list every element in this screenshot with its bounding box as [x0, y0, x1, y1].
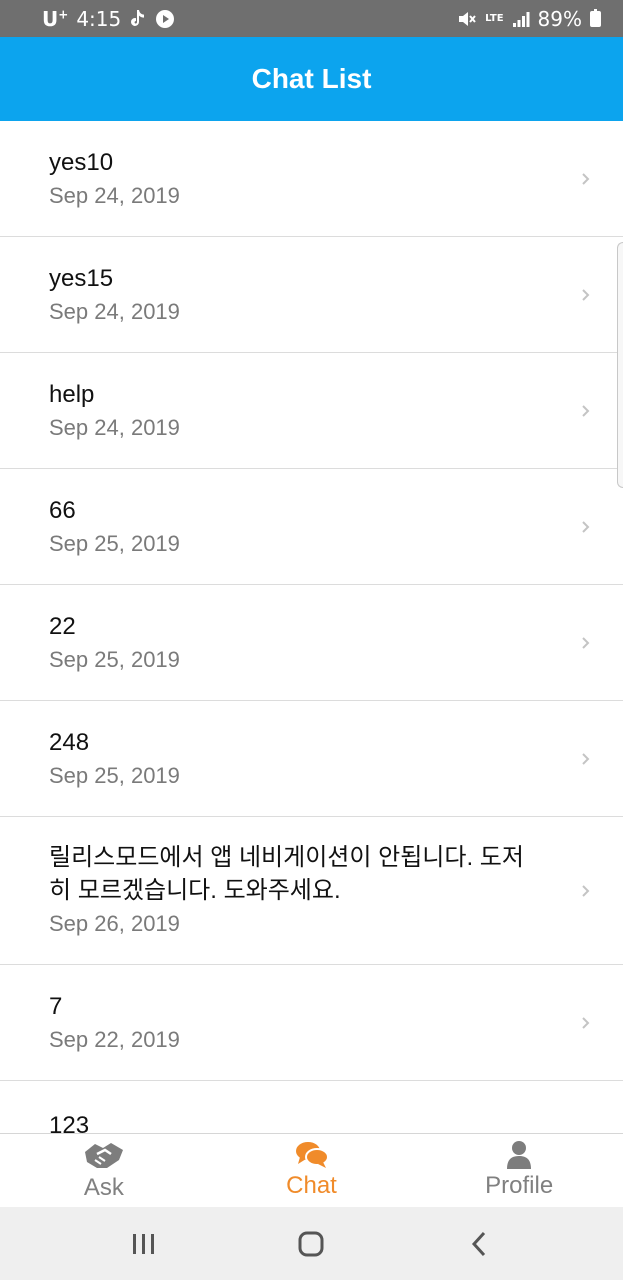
user-icon	[507, 1141, 532, 1169]
tab-chat[interactable]: Chat	[208, 1134, 416, 1207]
chevron-right-icon	[582, 288, 590, 301]
chevron-right-icon	[582, 404, 590, 417]
chat-list-item[interactable]: 248 Sep 25, 2019	[0, 701, 623, 817]
chevron-right-icon	[582, 520, 590, 533]
status-time: 4:15	[76, 6, 122, 31]
battery-icon	[590, 8, 601, 27]
chat-title: 123	[49, 1112, 90, 1133]
recent-apps-icon	[132, 1233, 154, 1254]
network-type: LTE	[485, 12, 504, 24]
status-right: LTE 89%	[457, 7, 601, 31]
handshake-icon	[84, 1143, 123, 1168]
app-header: Chat List	[0, 37, 623, 121]
status-left: U+ 4:15	[42, 7, 175, 31]
chevron-right-icon	[582, 1016, 590, 1029]
chat-title: 66	[49, 496, 76, 524]
chat-title: 22	[49, 612, 76, 640]
chat-date: Sep 25, 2019	[49, 646, 180, 672]
scroll-indicator[interactable]	[617, 242, 623, 488]
chat-list-item[interactable]: 22 Sep 25, 2019	[0, 585, 623, 701]
chat-list-item[interactable]: 릴리스모드에서 앱 네비게이션이 안됩니다. 도저히 모르겠습니다. 도와주세요…	[0, 817, 623, 965]
home-icon	[298, 1231, 324, 1256]
chat-list-item[interactable]: help Sep 24, 2019	[0, 353, 623, 469]
chat-list-item[interactable]: 66 Sep 25, 2019	[0, 469, 623, 585]
bottom-tab-bar: Ask Chat Profile	[0, 1133, 623, 1207]
chat-title: yes10	[49, 148, 114, 176]
chat-list[interactable]: yes10 Sep 24, 2019 yes15 Sep 24, 2019 he…	[0, 121, 623, 1133]
status-bar: U+ 4:15 LTE 89%	[0, 0, 623, 37]
chat-title: help	[49, 380, 95, 408]
chat-date: Sep 24, 2019	[49, 414, 180, 440]
chat-date: Sep 25, 2019	[49, 530, 180, 556]
chat-bubbles-icon	[295, 1142, 329, 1168]
chevron-right-icon	[582, 636, 590, 649]
tiktok-icon	[129, 9, 147, 29]
chat-title: 릴리스모드에서 앱 네비게이션이 안됩니다. 도저히 모르겠습니다. 도와주세요…	[49, 844, 524, 904]
tab-profile[interactable]: Profile	[415, 1134, 623, 1207]
chat-date: Sep 24, 2019	[49, 182, 180, 208]
chat-title: 248	[49, 728, 90, 756]
back-button[interactable]	[449, 1214, 509, 1274]
battery-percent: 89%	[537, 6, 582, 31]
mute-icon	[457, 9, 477, 29]
tab-ask[interactable]: Ask	[0, 1134, 208, 1207]
chat-date: Sep 24, 2019	[49, 298, 180, 324]
chat-list-item[interactable]: 123	[0, 1081, 623, 1133]
chat-date: Sep 26, 2019	[49, 911, 180, 936]
chat-date: Sep 22, 2019	[49, 1026, 180, 1052]
chat-title: 7	[49, 992, 63, 1020]
page-title: Chat List	[251, 63, 372, 94]
chat-date: Sep 25, 2019	[49, 762, 180, 788]
carrier-label: U+	[42, 6, 69, 31]
chat-list-item[interactable]: yes15 Sep 24, 2019	[0, 237, 623, 353]
back-icon	[472, 1231, 486, 1256]
chevron-right-icon	[582, 752, 590, 765]
chat-list-item[interactable]: 7 Sep 22, 2019	[0, 965, 623, 1081]
system-nav-bar	[0, 1207, 623, 1280]
tab-label: Profile	[485, 1172, 554, 1199]
tab-label: Chat	[286, 1172, 337, 1199]
play-icon	[155, 9, 175, 29]
tab-label: Ask	[83, 1174, 124, 1201]
chat-title: yes15	[49, 264, 114, 292]
recent-apps-button[interactable]	[114, 1214, 174, 1274]
chevron-right-icon	[582, 172, 590, 185]
signal-icon	[512, 10, 530, 28]
chat-list-item[interactable]: yes10 Sep 24, 2019	[0, 121, 623, 237]
home-button[interactable]	[281, 1214, 341, 1274]
chevron-right-icon	[582, 884, 590, 897]
